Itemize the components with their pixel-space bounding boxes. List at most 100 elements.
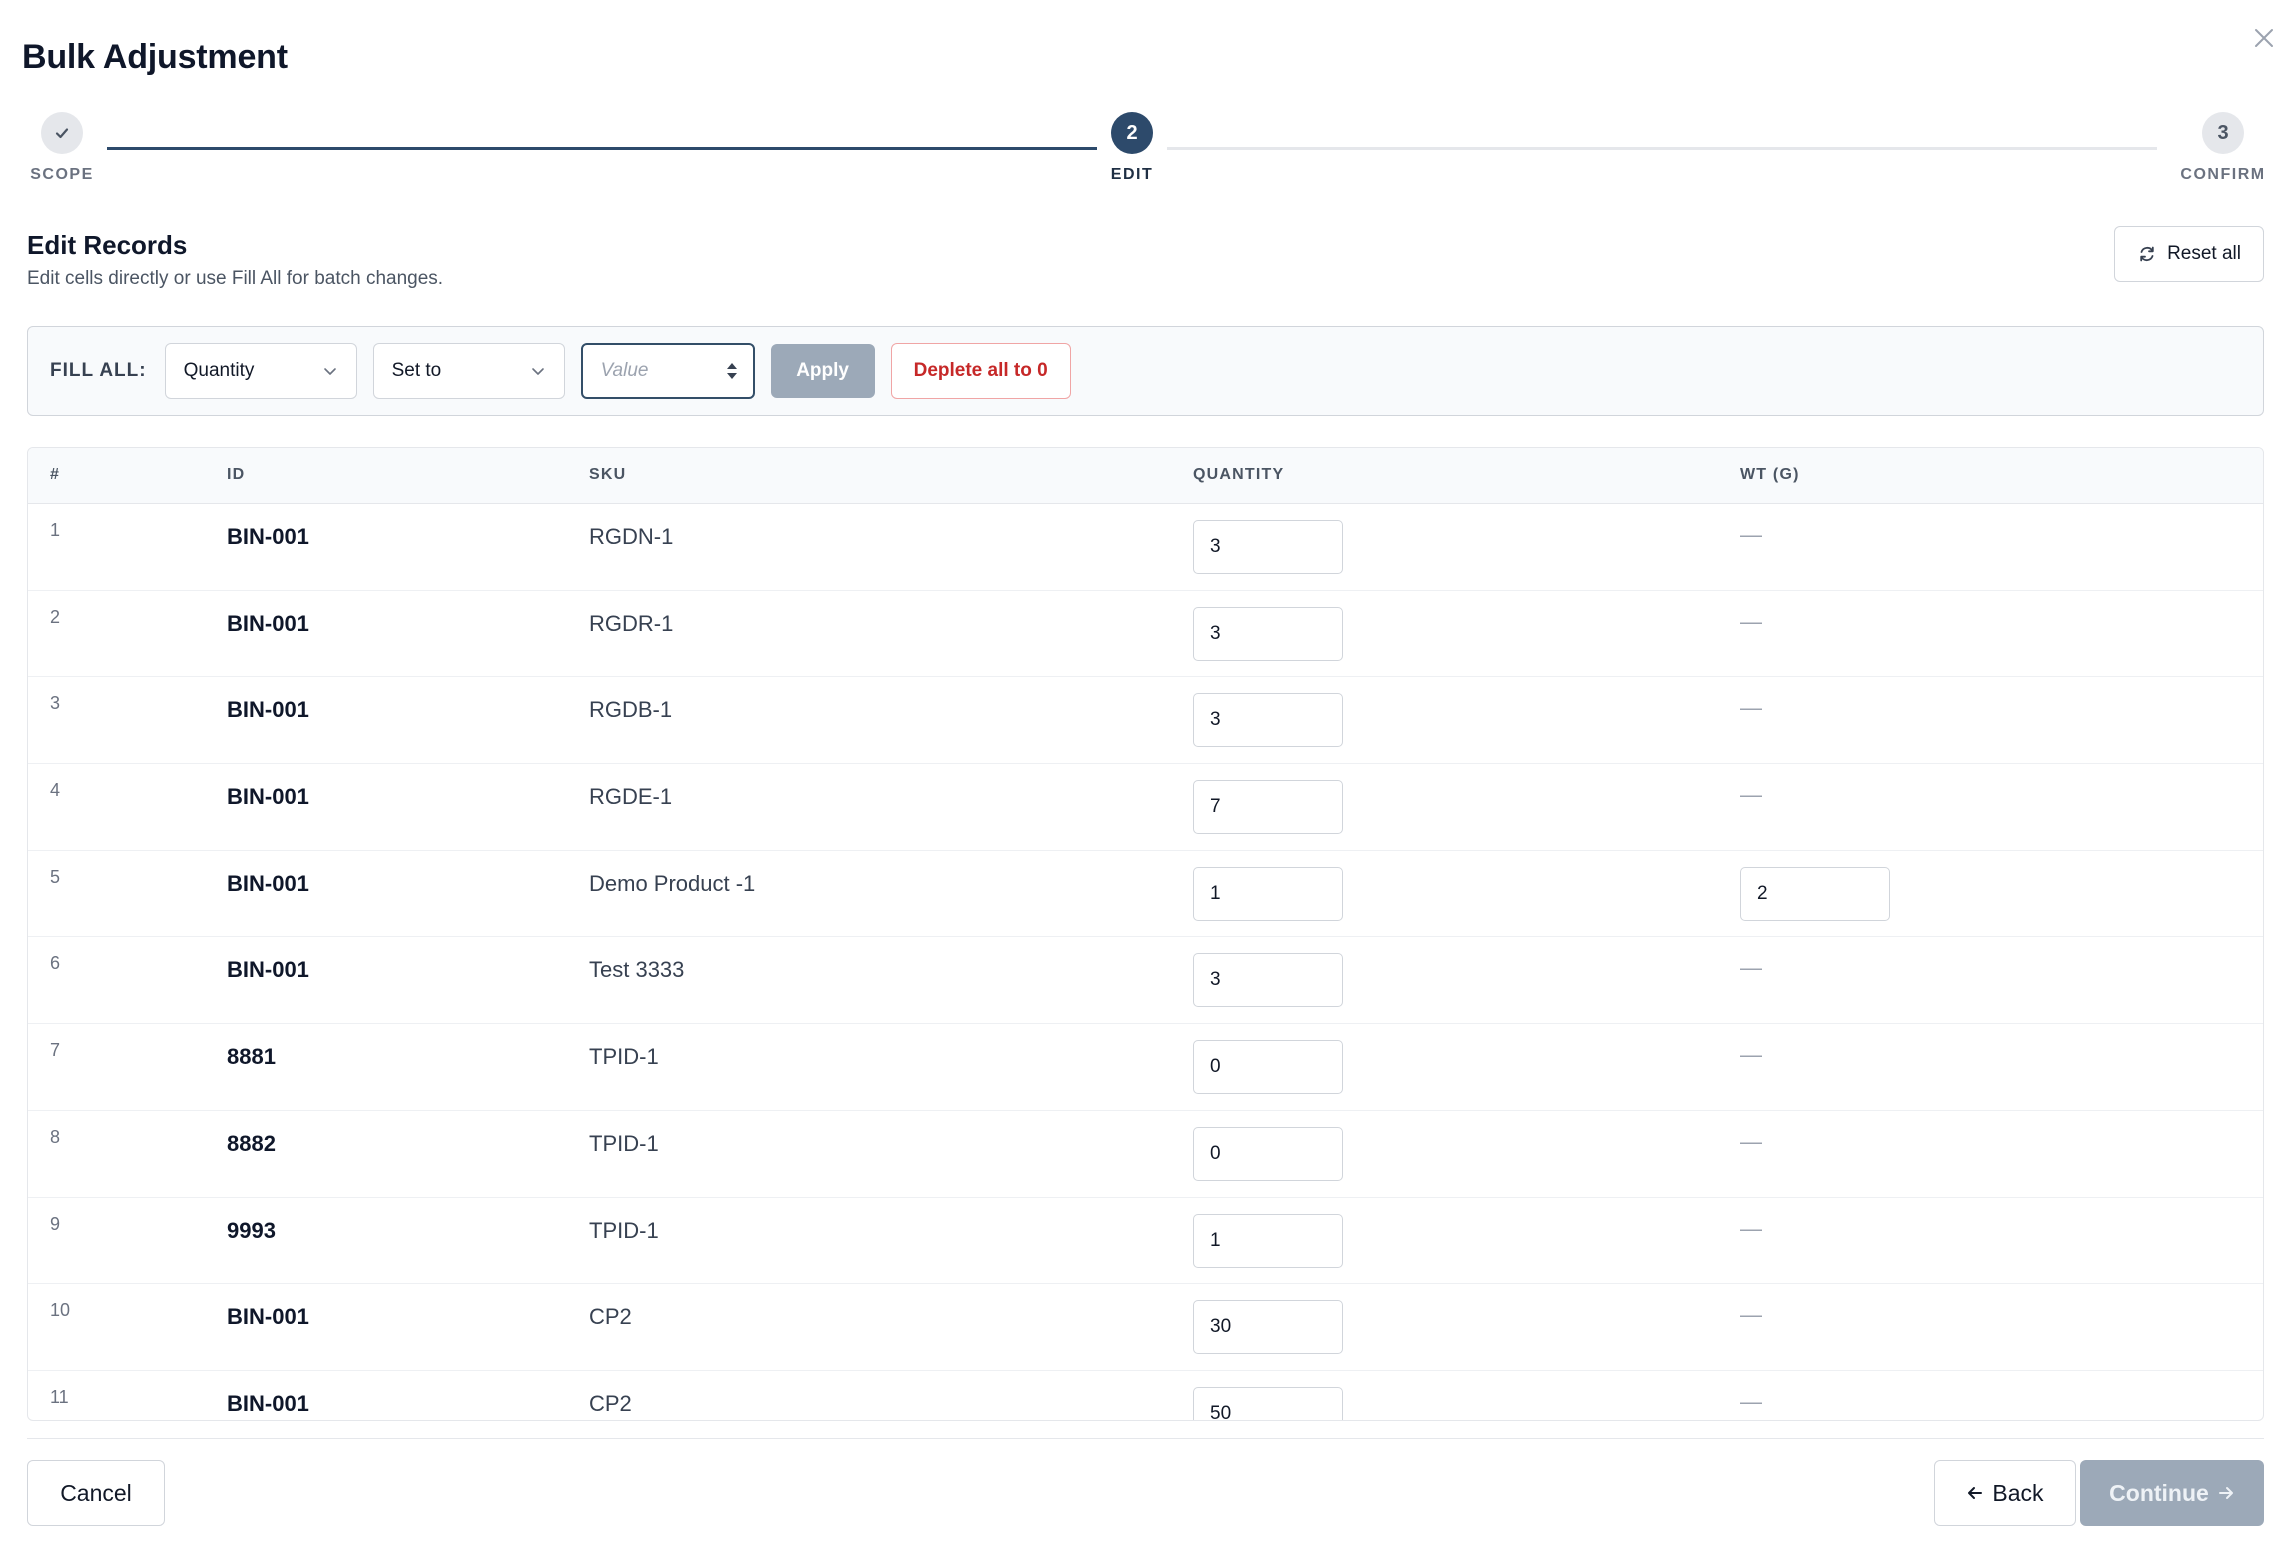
table-row: 6 BIN-001 Test 3333 3 — [28,937,2263,1025]
header-sku: SKU [589,466,627,483]
step-confirm-label: CONFIRM [2180,166,2266,183]
row-id: BIN-001 [227,1390,309,1416]
step-scope-circle [41,112,83,154]
row-number: 9 [50,1213,61,1234]
row-number: 2 [50,606,61,627]
reset-all-button[interactable]: Reset all [2114,226,2264,282]
row-sku: CP2 [589,1390,632,1416]
row-id: BIN-001 [227,870,309,896]
row-id: BIN-001 [227,697,309,723]
table-row: 10 BIN-001 CP2 30 — [28,1284,2263,1371]
step-scope-label: SCOPE [30,166,94,183]
quantity-input[interactable]: 3 [1193,606,1343,661]
table-row: 2 BIN-001 RGDR-1 3 — [28,591,2263,678]
wt-empty-dash: — [1740,695,1762,721]
table-row: 7 8881 TPID-1 0 — [28,1024,2263,1111]
number-stepper-icon[interactable] [725,360,739,382]
quantity-input[interactable]: 3 [1193,953,1343,1008]
continue-button[interactable]: Continue [2080,1460,2264,1526]
row-sku: RGDR-1 [589,610,674,636]
step-edit[interactable]: 2 EDIT [1072,112,1192,184]
fill-field-select[interactable]: Quantity [164,343,357,399]
fill-operation-value: Set to [391,360,442,381]
quantity-input[interactable]: 3 [1193,693,1343,748]
deplete-all-button[interactable]: Deplete all to 0 [890,343,1071,399]
wt-empty-dash: — [1740,1128,1762,1154]
row-number: 6 [50,953,61,974]
fill-all-bar: FILL ALL: Quantity Set to Value Apply De… [27,326,2264,416]
step-confirm[interactable]: 3 CONFIRM [2163,112,2283,184]
quantity-input[interactable]: 50 [1193,1386,1343,1420]
row-id: BIN-001 [227,1304,309,1330]
table-row: 3 BIN-001 RGDB-1 3 — [28,677,2263,765]
records-table: # ID SKU QUANTITY WT (G) 1 BIN-001 RGDN-1 3… [27,447,2264,1421]
quantity-input[interactable]: 1 [1193,1213,1343,1268]
fill-operation-select[interactable]: Set to [372,343,565,399]
wt-empty-dash: — [1740,1215,1762,1241]
row-number: 4 [50,780,61,801]
row-sku: CP2 [589,1304,632,1330]
row-id: 8882 [227,1130,276,1156]
row-number: 10 [50,1300,71,1321]
chevron-down-icon [531,368,544,375]
close-icon [2255,29,2273,47]
table-row: 8 8882 TPID-1 0 — [28,1111,2263,1198]
row-id: BIN-001 [227,784,309,810]
row-number: 3 [50,693,61,714]
arrow-left-icon [1968,1487,1983,1499]
dialog-title: Bulk Adjustment [22,38,288,76]
reset-all-label: Reset all [2167,243,2241,264]
stepper: SCOPE 2 EDIT 3 CONFIRM [0,112,2292,192]
fill-all-label: FILL ALL: [50,360,147,381]
fill-value-input[interactable]: Value [580,343,755,399]
header-num: # [50,466,61,483]
fill-field-value: Quantity [183,360,255,381]
row-number: 11 [50,1386,69,1407]
row-sku: TPID-1 [589,1130,659,1156]
row-id: 9993 [227,1217,276,1243]
arrow-right-icon [2218,1487,2233,1499]
row-id: BIN-001 [227,524,309,549]
chevron-down-icon [323,368,336,375]
back-button[interactable]: Back [1934,1460,2076,1526]
row-number: 1 [50,520,61,540]
wt-empty-dash: — [1740,522,1762,547]
step-scope[interactable]: SCOPE [2,112,122,184]
quantity-input[interactable]: 30 [1193,1300,1343,1355]
wt-input[interactable]: 2 [1740,866,1890,921]
cancel-button[interactable]: Cancel [27,1460,165,1526]
row-id: BIN-001 [227,957,309,983]
close-button[interactable] [2244,18,2284,58]
step-connector-pending [1167,147,2157,150]
check-icon [55,128,69,139]
fill-value-placeholder: Value [600,360,649,381]
footer-divider [27,1438,2264,1439]
row-sku: Test 3333 [589,957,685,983]
table-row: 4 BIN-001 RGDE-1 7 — [28,764,2263,851]
section-title: Edit Records [27,230,188,260]
quantity-input[interactable]: 0 [1193,1126,1343,1181]
wt-empty-dash: — [1740,1388,1762,1414]
wt-empty-dash: — [1740,1042,1762,1068]
refresh-icon [2140,246,2154,262]
table-row: 11 BIN-001 CP2 50 — [28,1371,2263,1420]
table-row: 9 9993 TPID-1 1 — [28,1198,2263,1285]
bulk-adjustment-dialog: Bulk Adjustment SCOPE 2 EDIT 3 CONFIRM E… [0,0,2292,1552]
apply-button[interactable]: Apply [770,344,875,398]
quantity-input[interactable]: 7 [1193,780,1343,835]
step-edit-circle: 2 [1111,112,1153,154]
table-row: 5 BIN-001 Demo Product -1 1 2 [28,851,2263,938]
continue-label: Continue [2109,1479,2209,1506]
wt-empty-dash: — [1740,1302,1762,1328]
section-subtitle: Edit cells directly or use Fill All for … [27,268,444,289]
back-label: Back [1992,1479,2044,1506]
quantity-input[interactable]: 0 [1193,1040,1343,1095]
row-sku: Demo Product -1 [589,870,756,896]
quantity-input[interactable]: 3 [1193,520,1343,574]
row-sku: TPID-1 [589,1044,659,1070]
row-sku: RGDN-1 [589,524,674,549]
row-id: BIN-001 [227,610,309,636]
quantity-input[interactable]: 1 [1193,866,1343,921]
table-body: 1 BIN-001 RGDN-1 3 — 2 BIN-001 RGDR-1 3 — 3 BIN-001… [28,504,2263,1420]
row-number: 7 [50,1040,61,1061]
